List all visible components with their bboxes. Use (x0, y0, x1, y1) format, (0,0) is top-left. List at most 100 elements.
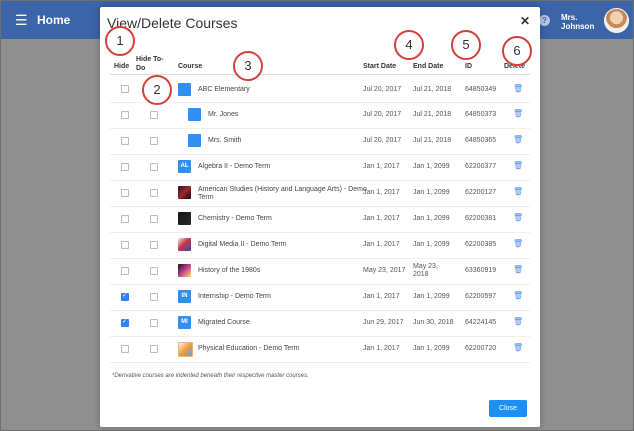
start-date: May 23, 2017 (363, 267, 406, 274)
start-date: Jan 1, 2017 (363, 293, 400, 300)
hide-todo-checkbox[interactable] (150, 267, 158, 275)
table-row: American Studies (History and Language A… (110, 180, 530, 207)
hide-checkbox[interactable] (121, 163, 129, 171)
course-name[interactable]: Algebra II - Demo Term (198, 163, 368, 171)
home-link[interactable]: Home (37, 13, 70, 27)
table-row: Physical Education - Demo Term Jan 1, 201… (110, 336, 530, 363)
callout-6: 6 (502, 36, 532, 66)
hide-todo-checkbox[interactable] (150, 163, 158, 171)
end-date: Jan 1, 2099 (413, 189, 450, 196)
course-name[interactable]: American Studies (History and Language A… (198, 186, 368, 202)
hide-todo-checkbox[interactable] (150, 111, 158, 119)
trash-icon[interactable]: 🗑 (513, 84, 523, 93)
callout-5: 5 (451, 30, 481, 60)
course-thumbnail-icon (178, 186, 191, 199)
course-name[interactable]: Migrated Course (198, 319, 368, 327)
trash-icon[interactable]: 🗑 (513, 213, 523, 222)
hide-todo-checkbox[interactable] (150, 345, 158, 353)
hide-todo-checkbox[interactable] (150, 293, 158, 301)
course-id: 62200127 (465, 189, 497, 196)
hide-checkbox[interactable] (121, 189, 129, 197)
hide-checkbox[interactable] (121, 241, 129, 249)
start-date: Jul 20, 2017 (363, 86, 402, 93)
course-id: 63360919 (465, 267, 497, 274)
hide-column-header: Hide (114, 63, 130, 70)
id-column-header: ID (465, 63, 472, 70)
close-icon[interactable]: ✕ (520, 14, 530, 28)
end-date: Jul 21, 2018 (413, 86, 452, 93)
course-id: 64850365 (465, 137, 497, 144)
course-name[interactable]: Mrs. Smith (208, 137, 368, 145)
start-date: Jul 20, 2017 (363, 137, 402, 144)
course-name[interactable]: Mr. Jones (208, 111, 368, 119)
hide-todo-checkbox[interactable] (150, 319, 158, 327)
trash-icon[interactable]: 🗑 (513, 291, 523, 300)
end-date: Jan 1, 2099 (413, 241, 450, 248)
start-date: Jul 20, 2017 (363, 111, 402, 118)
help-icon[interactable]: ? (539, 15, 550, 26)
hide-checkbox[interactable] (121, 137, 129, 145)
table-row: Digital Media II - Demo Term Jan 1, 2017 J… (110, 232, 530, 259)
hide-checkbox[interactable] (121, 292, 129, 301)
end-date: Jan 1, 2099 (413, 345, 450, 352)
menu-icon[interactable]: ☰ (15, 12, 28, 29)
hide-checkbox[interactable] (121, 267, 129, 275)
trash-icon[interactable]: 🗑 (513, 109, 523, 118)
course-name[interactable]: ABC Elementary (198, 86, 368, 94)
table-row: Mr. Jones Jul 20, 2017 Jul 21, 2018 6485037… (110, 102, 530, 129)
hide-checkbox[interactable] (121, 111, 129, 119)
user-name-line-1: Mrs. (561, 13, 578, 22)
callout-3: 3 (233, 51, 263, 81)
course-name[interactable]: Digital Media II - Demo Term (198, 241, 368, 249)
hide-checkbox[interactable] (121, 215, 129, 223)
hide-checkbox[interactable] (121, 85, 129, 93)
screenshot-frame: ☰ Home ? Mrs. Johnson View/Delete Course… (0, 0, 634, 431)
trash-icon[interactable]: 🗑 (513, 343, 523, 352)
start-date: Jan 1, 2017 (363, 163, 400, 170)
course-id: 64850373 (465, 111, 497, 118)
table-row: Chemistry - Demo Term Jan 1, 2017 Jan 1, 2… (110, 206, 530, 233)
course-name[interactable]: Internship - Demo Term (198, 293, 368, 301)
end-date: Jul 21, 2018 (413, 137, 452, 144)
course-id: 62200381 (465, 215, 497, 222)
course-name[interactable]: Physical Education - Demo Term (198, 345, 368, 353)
hide-checkbox[interactable] (121, 318, 129, 327)
user-name[interactable]: Mrs. Johnson (561, 13, 594, 31)
end-date: Jan 1, 2099 (413, 293, 450, 300)
course-thumbnail-icon (178, 264, 191, 277)
user-avatar[interactable] (604, 8, 629, 33)
course-thumbnail-icon (188, 134, 201, 147)
table-row: AL Algebra II - Demo Term Jan 1, 2017 Jan 1… (110, 154, 530, 181)
hide-checkbox[interactable] (121, 345, 129, 353)
course-thumbnail-icon (178, 212, 191, 225)
start-date: Jan 1, 2017 (363, 241, 400, 248)
course-name[interactable]: History of the 1980s (198, 267, 368, 275)
derivative-course-footnote: *Derivative courses are indented beneath… (112, 373, 309, 379)
hide-todo-checkbox[interactable] (150, 189, 158, 197)
course-name[interactable]: Chemistry - Demo Term (198, 215, 368, 223)
hide-todo-checkbox[interactable] (150, 215, 158, 223)
trash-icon[interactable]: 🗑 (513, 187, 523, 196)
trash-icon[interactable]: 🗑 (513, 161, 523, 170)
trash-icon[interactable]: 🗑 (513, 265, 523, 274)
end-date: Jun 30, 2018 (413, 319, 454, 326)
course-column-header: Course (178, 63, 203, 70)
table-row: IN Internship - Demo TermJan 1, 2017 Jan 1… (110, 284, 530, 311)
course-thumbnail-icon: MI (178, 316, 191, 329)
user-name-line-2: Johnson (561, 22, 595, 31)
end-date-column-header: End Date (413, 63, 444, 70)
course-id: 62200597 (465, 293, 497, 300)
trash-icon[interactable]: 🗑 (513, 239, 523, 248)
course-thumbnail-icon (178, 238, 191, 251)
trash-icon[interactable]: 🗑 (513, 317, 523, 326)
hide-todo-checkbox[interactable] (150, 241, 158, 249)
trash-icon[interactable]: 🗑 (513, 135, 523, 144)
table-row: Mrs. Smith Jul 20, 2017 Jul 21, 2018 648503… (110, 128, 530, 155)
end-date: Jan 1, 2099 (413, 163, 450, 170)
close-button[interactable]: Close (489, 400, 527, 417)
hide-todo-checkbox[interactable] (150, 137, 158, 145)
start-date: Jan 1, 2017 (363, 215, 400, 222)
start-date: Jun 29, 2017 (363, 319, 404, 326)
end-date: Jul 21, 2018 (413, 111, 452, 118)
header-divider (110, 74, 530, 75)
